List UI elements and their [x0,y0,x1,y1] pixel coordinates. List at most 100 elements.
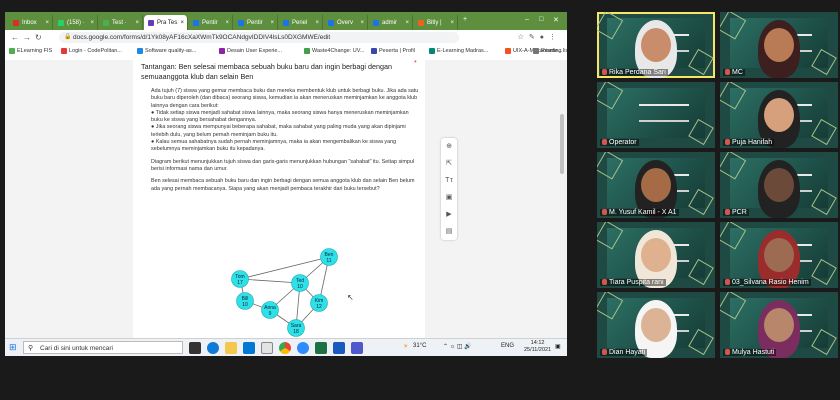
tab-close-icon[interactable]: × [270,20,274,26]
participant-name: Tiara Puspita rani [600,279,666,286]
bookmark-item[interactable]: E-Learning Madras... [429,48,488,54]
taskbar-search-box[interactable]: ⚲ Cari di sini untuk mencari [23,341,183,354]
question-title[interactable]: Tantangan: Ben selesai membaca sebuah bu… [141,62,401,82]
add-section-icon[interactable]: ▤ [441,224,457,240]
participant-name-text: Puja Hanifah [732,139,773,146]
tab-close-icon[interactable]: × [360,20,364,26]
participant-face [641,308,671,342]
edge-icon[interactable] [207,342,219,354]
windows-start-icon[interactable]: ⊞ [9,342,17,353]
browser-tab[interactable]: Penel × [279,15,323,30]
bookmark-item[interactable]: Waste4Change: UV... [304,48,364,54]
participant-face [641,168,671,202]
participant-face [641,238,671,272]
add-question-icon[interactable]: ⊕ [441,139,457,155]
friendship-edge [239,256,330,280]
browser-tab[interactable]: Bitly | × [414,15,458,30]
participant-face [764,98,794,132]
chrome-icon[interactable] [279,342,291,354]
browser-tab[interactable]: Inbox × [9,15,53,30]
browser-tab[interactable]: Pentir × [189,15,233,30]
bookmark-item[interactable]: Peserta | Profil [371,48,415,54]
participant-tile[interactable]: Dian Hayati [597,292,715,358]
task-view-icon[interactable] [189,342,201,354]
participant-tile[interactable]: Rika Perdana Sari [597,12,715,78]
muted-mic-icon [725,139,730,146]
tab-favicon-icon [148,19,154,26]
participant-tile[interactable]: Mulya Hastuti [720,292,838,358]
muted-mic-icon [725,279,730,286]
browser-tab[interactable]: (158) · × [54,15,98,30]
participant-tile[interactable]: M. Yusuf Kamil - X A1 [597,152,715,218]
import-questions-icon[interactable]: ⇱ [441,156,457,172]
browser-tab[interactable]: Overv × [324,15,368,30]
participant-tile[interactable]: PCR [720,152,838,218]
tab-close-icon[interactable]: × [450,20,454,26]
word-icon[interactable] [333,342,345,354]
bookmark-label: Desain User Experie... [227,48,283,54]
browser-tab[interactable]: admir × [369,15,413,30]
participant-tile[interactable]: Tiara Puspita rani [597,222,715,288]
teams-icon[interactable] [351,342,363,354]
friendship-edge [239,278,301,284]
tab-label: Test · [112,19,127,26]
bookmark-label: Login - CodePolitan... [69,48,122,54]
add-title-icon[interactable]: T τ [441,173,457,189]
paragraph-rule-2: ● Jika seorang siswa mempunyai beberapa … [151,124,406,138]
tab-close-icon[interactable]: × [315,20,319,26]
participant-name: MC [723,69,745,76]
back-icon[interactable]: ← [11,33,19,42]
participant-tile[interactable]: Operator [597,82,715,148]
bookmark-item[interactable]: Desain User Experie... [219,48,282,54]
add-video-icon[interactable]: ▶ [441,207,457,223]
store-icon[interactable] [261,342,273,354]
tab-close-icon[interactable]: × [180,20,184,26]
bookmark-item[interactable]: ELearning FIS [9,48,52,54]
url-field[interactable]: 🔒 docs.google.com/forms/d/1Yk08yAF16cXaX… [59,32,459,43]
lock-icon: 🔒 [64,34,72,40]
language-indicator[interactable]: ENG [501,343,514,349]
tab-close-icon[interactable]: × [405,20,409,26]
page-scrollbar[interactable] [560,114,564,174]
participant-tile[interactable]: MC [720,12,838,78]
new-tab-icon[interactable]: + [463,16,467,23]
participant-name-text: Dian Hayati [609,349,646,356]
temperature-text: 31°C [413,343,427,349]
slide-title-decoration [639,104,689,122]
browser-tab[interactable]: Pentir × [234,15,278,30]
extension-icons[interactable]: ☆✎●⋮ [518,33,561,41]
notification-icon[interactable]: ▣ [555,343,561,350]
participant-name-text: Rika Perdana Sari [609,69,666,76]
participant-tile[interactable]: Puja Hanifah [720,82,838,148]
participant-name-text: MC [732,69,743,76]
forward-icon[interactable]: → [23,33,31,42]
participant-name: Dian Hayati [600,349,648,356]
bookmark-favicon-icon [219,48,225,54]
bookmark-favicon-icon [137,48,143,54]
tab-close-icon[interactable]: × [90,20,94,26]
browser-tab[interactable]: Pra Tes × [144,15,188,30]
bookmark-item[interactable]: Software quality-as... [137,48,196,54]
tab-close-icon[interactable]: × [225,20,229,26]
mail-icon[interactable] [243,342,255,354]
excel-icon[interactable] [315,342,327,354]
muted-mic-icon [725,349,730,356]
tab-label: Overv [337,19,354,26]
maximize-icon[interactable]: □ [539,16,543,23]
minimize-icon[interactable]: – [525,16,529,23]
browser-tab[interactable]: Test · × [99,15,143,30]
file-explorer-icon[interactable] [225,342,237,354]
taskbar-clock[interactable]: 14:12 25/11/2021 [524,340,551,354]
participant-tile[interactable]: 03_Silvana Rasio Henim [720,222,838,288]
bookmark-label: Peserta | Profil [379,48,415,54]
system-tray-icons[interactable]: ⌃ ☼ ◫ 🔊 [443,343,472,350]
bookmark-label: Reading list [541,48,567,54]
tab-close-icon[interactable]: × [135,20,139,26]
reload-icon[interactable]: ↻ [35,33,42,42]
bookmark-item[interactable]: Login - CodePolitan... [61,48,122,54]
tab-close-icon[interactable]: × [45,20,49,26]
zoom-icon[interactable] [297,342,309,354]
add-image-icon[interactable]: ▣ [441,190,457,206]
bookmark-item[interactable]: Reading list [533,48,567,54]
close-window-icon[interactable]: ✕ [553,16,559,24]
